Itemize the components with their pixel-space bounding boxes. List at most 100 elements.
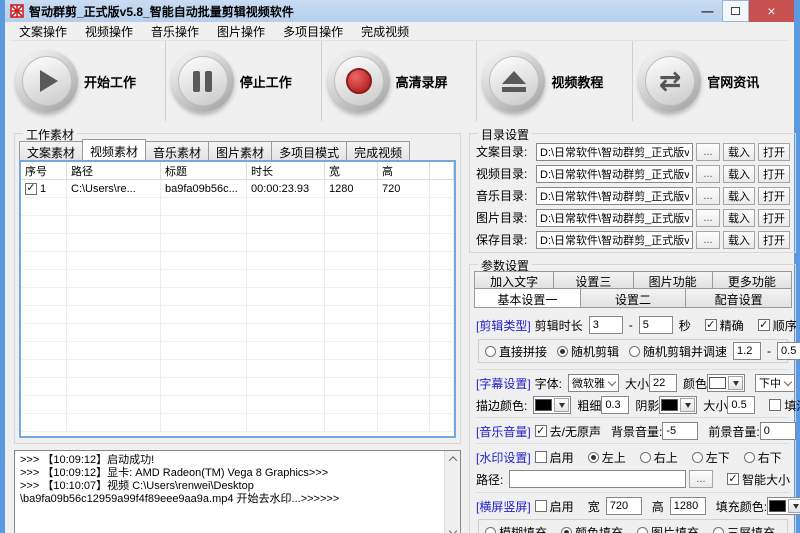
watermark-topleft-radio[interactable]	[588, 452, 599, 463]
accurate-checkbox[interactable]	[705, 319, 717, 331]
speed-to-input[interactable]	[777, 342, 800, 360]
tab-settings-three[interactable]: 设置三	[553, 271, 633, 289]
shadow-color-dropdown[interactable]	[659, 396, 697, 414]
screen-record-button[interactable]: 高清录屏	[322, 41, 478, 121]
stop-work-button[interactable]: 停止工作	[166, 41, 322, 121]
subtitle-position-dropdown[interactable]: 下中	[755, 374, 795, 392]
canvas-height-input[interactable]	[670, 497, 706, 515]
random-clip-radio[interactable]	[557, 346, 568, 357]
dropdown-arrow-icon[interactable]	[554, 398, 569, 412]
watermark-bottomright-radio[interactable]	[744, 452, 755, 463]
official-news-button[interactable]: ⇄ 官网资讯	[633, 41, 788, 121]
dropdown-arrow-icon[interactable]	[728, 376, 743, 390]
save-dir-input[interactable]	[536, 231, 693, 249]
save-dir-browse-button[interactable]: ...	[696, 231, 720, 249]
video-material-table[interactable]: 序号 路径 标题 时长 宽 高 1 C:\Users\re... ba9fa09…	[19, 160, 456, 438]
watermark-enable-checkbox[interactable]	[535, 451, 547, 463]
menu-item-finished[interactable]: 完成视频	[352, 22, 418, 40]
order-checkbox[interactable]	[758, 319, 770, 331]
music-dir-open-button[interactable]: 打开	[758, 187, 790, 205]
menu-item-image[interactable]: 图片操作	[208, 22, 274, 40]
minimize-button[interactable]: —	[693, 0, 722, 22]
copywriting-dir-browse-button[interactable]: ...	[696, 143, 720, 161]
smart-size-checkbox[interactable]	[727, 473, 739, 485]
copywriting-dir-load-button[interactable]: 载入	[723, 143, 755, 161]
music-dir-load-button[interactable]: 载入	[723, 187, 755, 205]
tab-settings-two[interactable]: 设置二	[580, 288, 687, 308]
shadow-color-swatch	[661, 399, 678, 411]
video-tutorial-button[interactable]: 视频教程	[477, 41, 633, 121]
dropdown-arrow-icon[interactable]	[680, 398, 695, 412]
watermark-bottomleft-radio[interactable]	[692, 452, 703, 463]
foreground-volume-input[interactable]	[760, 422, 796, 440]
image-dir-load-button[interactable]: 载入	[723, 209, 755, 227]
triple-screen-fill-radio[interactable]	[713, 527, 724, 533]
watermark-browse-button[interactable]: ...	[689, 470, 713, 488]
save-dir-open-button[interactable]: 打开	[758, 231, 790, 249]
row-checkbox[interactable]	[25, 183, 37, 195]
tab-more-functions[interactable]: 更多功能	[712, 271, 792, 289]
video-dir-input[interactable]	[536, 165, 693, 183]
tab-multiproject-mode[interactable]: 多项目模式	[271, 141, 347, 160]
tab-video-material[interactable]: 视频素材	[82, 139, 146, 160]
tab-copywriting-material[interactable]: 文案素材	[19, 141, 83, 160]
tab-image-material[interactable]: 图片素材	[208, 141, 272, 160]
watermark-path-row: 路径: ... 智能大小	[476, 469, 790, 489]
copywriting-dir-input[interactable]	[536, 143, 693, 161]
dropdown-arrow-icon[interactable]	[788, 499, 800, 513]
canvas-width-input[interactable]	[606, 497, 642, 515]
image-dir-browse-button[interactable]: ...	[696, 209, 720, 227]
direct-splice-radio[interactable]	[485, 346, 496, 357]
font-color-dropdown[interactable]	[707, 374, 745, 392]
background-volume-input[interactable]	[662, 422, 698, 440]
video-dir-open-button[interactable]: 打开	[758, 165, 790, 183]
random-clip-speed-radio[interactable]	[629, 346, 640, 357]
fill-color-dropdown[interactable]	[767, 497, 800, 515]
scroll-up-icon[interactable]	[445, 451, 460, 467]
clip-duration-max-input[interactable]	[639, 316, 673, 334]
menu-item-video[interactable]: 视频操作	[76, 22, 142, 40]
image-dir-open-button[interactable]: 打开	[758, 209, 790, 227]
blur-fill-radio[interactable]	[485, 527, 496, 533]
speed-from-input[interactable]	[733, 342, 761, 360]
menu-item-multiproject[interactable]: 多项目操作	[274, 22, 352, 40]
watermark-topright-radio[interactable]	[640, 452, 651, 463]
color-fill-radio[interactable]	[561, 527, 572, 533]
music-dir-browse-button[interactable]: ...	[696, 187, 720, 205]
scroll-down-icon[interactable]	[445, 523, 460, 533]
stroke-width-input[interactable]	[601, 396, 629, 414]
menu-item-music[interactable]: 音乐操作	[142, 22, 208, 40]
tab-dubbing-settings[interactable]: 配音设置	[685, 288, 792, 308]
log-scrollbar[interactable]	[444, 451, 460, 533]
start-work-button[interactable]: 开始工作	[10, 41, 166, 121]
font-size-input[interactable]	[649, 374, 677, 392]
shadow-size-input[interactable]	[727, 396, 755, 414]
menu-item-copywriting[interactable]: 文案操作	[10, 22, 76, 40]
copywriting-dir-open-button[interactable]: 打开	[758, 143, 790, 161]
tab-basic-settings-one[interactable]: 基本设置一	[474, 288, 581, 308]
image-dir-input[interactable]	[536, 209, 693, 227]
watermark-path-input[interactable]	[509, 470, 686, 488]
stroke-color-dropdown[interactable]	[533, 396, 571, 414]
title-bar: 智动群剪_正式版v5.8_智能自动批量剪辑视频软件 — ×	[5, 0, 794, 22]
image-fill-radio[interactable]	[637, 527, 648, 533]
tab-image-functions[interactable]: 图片功能	[633, 271, 713, 289]
font-family-dropdown[interactable]: 微软雅	[568, 374, 619, 392]
maximize-button[interactable]	[722, 0, 749, 22]
fill-checkbox[interactable]	[769, 399, 781, 411]
tab-finished-video[interactable]: 完成视频	[346, 141, 410, 160]
video-dir-load-button[interactable]: 载入	[723, 165, 755, 183]
log-output[interactable]: >>> 【10:09:12】启动成功! >>> 【10:09:12】显卡: AM…	[14, 450, 461, 533]
directory-settings-title: 目录设置	[478, 126, 532, 143]
clip-duration-min-input[interactable]	[589, 316, 623, 334]
music-dir-input[interactable]	[536, 187, 693, 205]
close-button[interactable]: ×	[749, 0, 794, 22]
table-row[interactable]: 1 C:\Users\re... ba9fa09b56c... 00:00:23…	[21, 180, 454, 198]
tab-add-text[interactable]: 加入文字	[474, 271, 554, 289]
video-dir-browse-button[interactable]: ...	[696, 165, 720, 183]
mute-original-checkbox[interactable]	[535, 425, 547, 437]
save-dir-load-button[interactable]: 载入	[723, 231, 755, 249]
orientation-enable-checkbox[interactable]	[535, 500, 547, 512]
cell-width: 1280	[325, 180, 378, 198]
tab-music-material[interactable]: 音乐素材	[145, 141, 209, 160]
